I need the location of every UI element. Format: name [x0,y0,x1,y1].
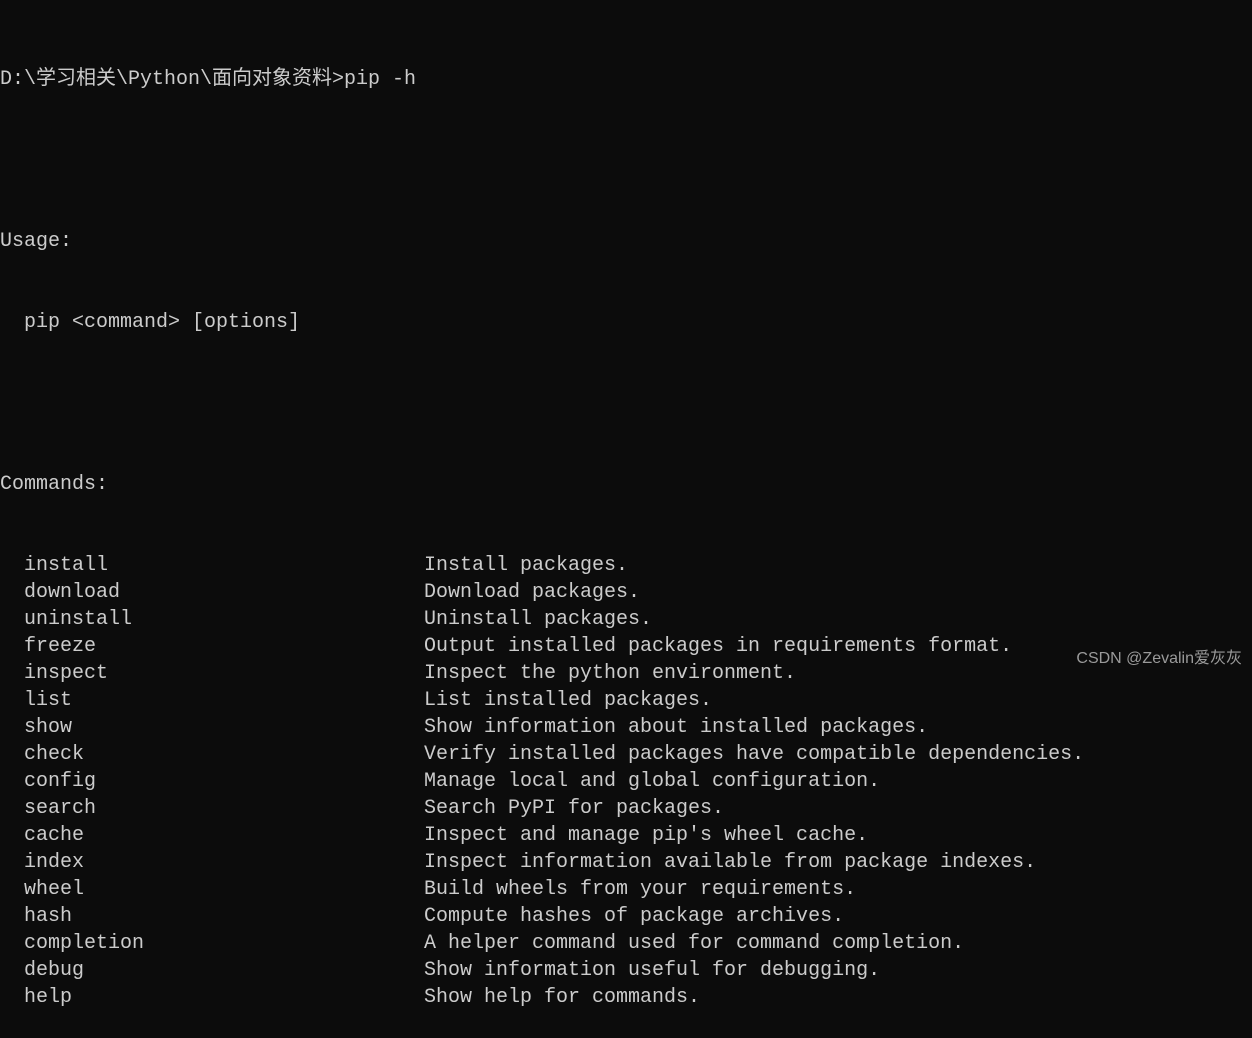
command-desc: List installed packages. [424,687,1252,714]
command-desc: Download packages. [424,579,1252,606]
command-row: inspectInspect the python environment. [0,660,1252,687]
usage-line: pip <command> [options] [0,309,1252,336]
command-name: show [0,714,424,741]
terminal-output[interactable]: D:\学习相关\Python\面向对象资料>pip -h Usage: pip … [0,0,1252,1038]
blank-line [0,390,1252,417]
command-name: cache [0,822,424,849]
command-name: index [0,849,424,876]
command-desc: A helper command used for command comple… [424,930,1252,957]
command-name: freeze [0,633,424,660]
command-row: completionA helper command used for comm… [0,930,1252,957]
command-desc: Build wheels from your requirements. [424,876,1252,903]
usage-header: Usage: [0,228,1252,255]
command-desc: Inspect information available from packa… [424,849,1252,876]
command-desc: Show information about installed package… [424,714,1252,741]
command-desc: Install packages. [424,552,1252,579]
command-name: download [0,579,424,606]
command-row: checkVerify installed packages have comp… [0,741,1252,768]
command-name: uninstall [0,606,424,633]
command-row: showShow information about installed pac… [0,714,1252,741]
command-desc: Inspect and manage pip's wheel cache. [424,822,1252,849]
commands-header: Commands: [0,471,1252,498]
command-row: uninstallUninstall packages. [0,606,1252,633]
command-name: config [0,768,424,795]
command-row: configManage local and global configurat… [0,768,1252,795]
command-name: completion [0,930,424,957]
command-name: inspect [0,660,424,687]
command-row: debugShow information useful for debuggi… [0,957,1252,984]
command-name: check [0,741,424,768]
prompt-command: pip -h [344,68,416,91]
command-name: list [0,687,424,714]
command-name: search [0,795,424,822]
command-desc: Show information useful for debugging. [424,957,1252,984]
watermark: CSDN @Zevalin爱灰灰 [1076,648,1242,670]
command-name: hash [0,903,424,930]
command-row: cacheInspect and manage pip's wheel cach… [0,822,1252,849]
command-name: help [0,984,424,1011]
command-desc: Show help for commands. [424,984,1252,1011]
command-row: helpShow help for commands. [0,984,1252,1011]
command-row: indexInspect information available from … [0,849,1252,876]
command-desc: Manage local and global configuration. [424,768,1252,795]
command-name: debug [0,957,424,984]
prompt-path: D:\学习相关\Python\面向对象资料> [0,68,344,91]
command-row: hashCompute hashes of package archives. [0,903,1252,930]
command-desc: Search PyPI for packages. [424,795,1252,822]
command-name: install [0,552,424,579]
command-row: installInstall packages. [0,552,1252,579]
command-row: wheelBuild wheels from your requirements… [0,876,1252,903]
command-row: searchSearch PyPI for packages. [0,795,1252,822]
blank-line [0,147,1252,174]
commands-list: installInstall packages.downloadDownload… [0,552,1252,1011]
command-desc: Verify installed packages have compatibl… [424,741,1252,768]
command-desc: Compute hashes of package archives. [424,903,1252,930]
command-name: wheel [0,876,424,903]
prompt-line: D:\学习相关\Python\面向对象资料>pip -h [0,66,1252,93]
command-row: listList installed packages. [0,687,1252,714]
command-row: downloadDownload packages. [0,579,1252,606]
command-row: freezeOutput installed packages in requi… [0,633,1252,660]
command-desc: Uninstall packages. [424,606,1252,633]
